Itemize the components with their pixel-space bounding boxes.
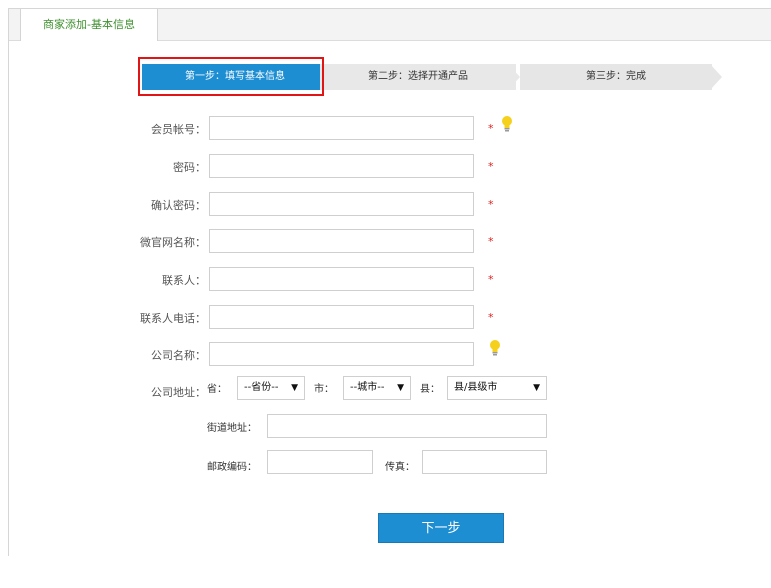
password-label: 密码：	[173, 161, 206, 174]
step-2-arrow	[508, 64, 520, 90]
caret-down-icon: ▼	[397, 383, 404, 393]
contact-phone-input[interactable]	[209, 305, 474, 329]
site-name-input[interactable]	[209, 229, 474, 253]
step-3: 第三步：完成	[520, 64, 712, 90]
required-mark: *	[488, 160, 494, 173]
step-2: 第二步：选择开通产品	[320, 64, 516, 90]
member-account-label: 会员帐号：	[151, 123, 206, 136]
required-mark: *	[488, 311, 494, 324]
frame-left-border	[8, 8, 9, 556]
confirm-password-label: 确认密码：	[151, 199, 206, 212]
province-select[interactable]: --省份-- ▼	[237, 376, 305, 400]
current-step-highlight	[138, 57, 324, 96]
next-step-button[interactable]: 下一步	[378, 513, 504, 543]
lightbulb-icon	[490, 340, 500, 356]
street-address-label: 街道地址：	[207, 423, 257, 434]
caret-down-icon: ▼	[533, 383, 540, 393]
tab-merchant-add-basic[interactable]: 商家添加-基本信息	[20, 9, 158, 41]
required-mark: *	[488, 198, 494, 211]
province-label: 省：	[207, 384, 227, 395]
member-account-input[interactable]	[209, 116, 474, 140]
required-mark: *	[488, 273, 494, 286]
contact-phone-label: 联系人电话：	[140, 312, 206, 325]
fax-input[interactable]	[422, 450, 547, 474]
county-select-value: 县/县级市	[454, 382, 498, 393]
city-label: 市：	[314, 384, 334, 395]
county-label: 县：	[420, 384, 440, 395]
password-input[interactable]	[209, 154, 474, 178]
city-select[interactable]: --城市-- ▼	[343, 376, 411, 400]
required-mark: *	[488, 235, 494, 248]
company-address-label: 公司地址：	[151, 386, 206, 399]
required-mark: *	[488, 122, 494, 135]
zip-code-label: 邮政编码：	[207, 462, 257, 473]
county-select[interactable]: 县/县级市 ▼	[447, 376, 547, 400]
zip-code-input[interactable]	[267, 450, 373, 474]
city-select-value: --城市--	[350, 382, 385, 393]
company-name-label: 公司名称：	[151, 349, 206, 362]
contact-label: 联系人：	[162, 274, 206, 287]
confirm-password-input[interactable]	[209, 192, 474, 216]
contact-input[interactable]	[209, 267, 474, 291]
lightbulb-icon	[502, 116, 512, 132]
site-name-label: 微官网名称：	[140, 236, 206, 249]
fax-label: 传真：	[385, 462, 415, 473]
company-name-input[interactable]	[209, 342, 474, 366]
street-address-input[interactable]	[267, 414, 547, 438]
step-3-arrow	[710, 64, 722, 90]
province-select-value: --省份--	[244, 382, 279, 393]
caret-down-icon: ▼	[291, 383, 298, 393]
